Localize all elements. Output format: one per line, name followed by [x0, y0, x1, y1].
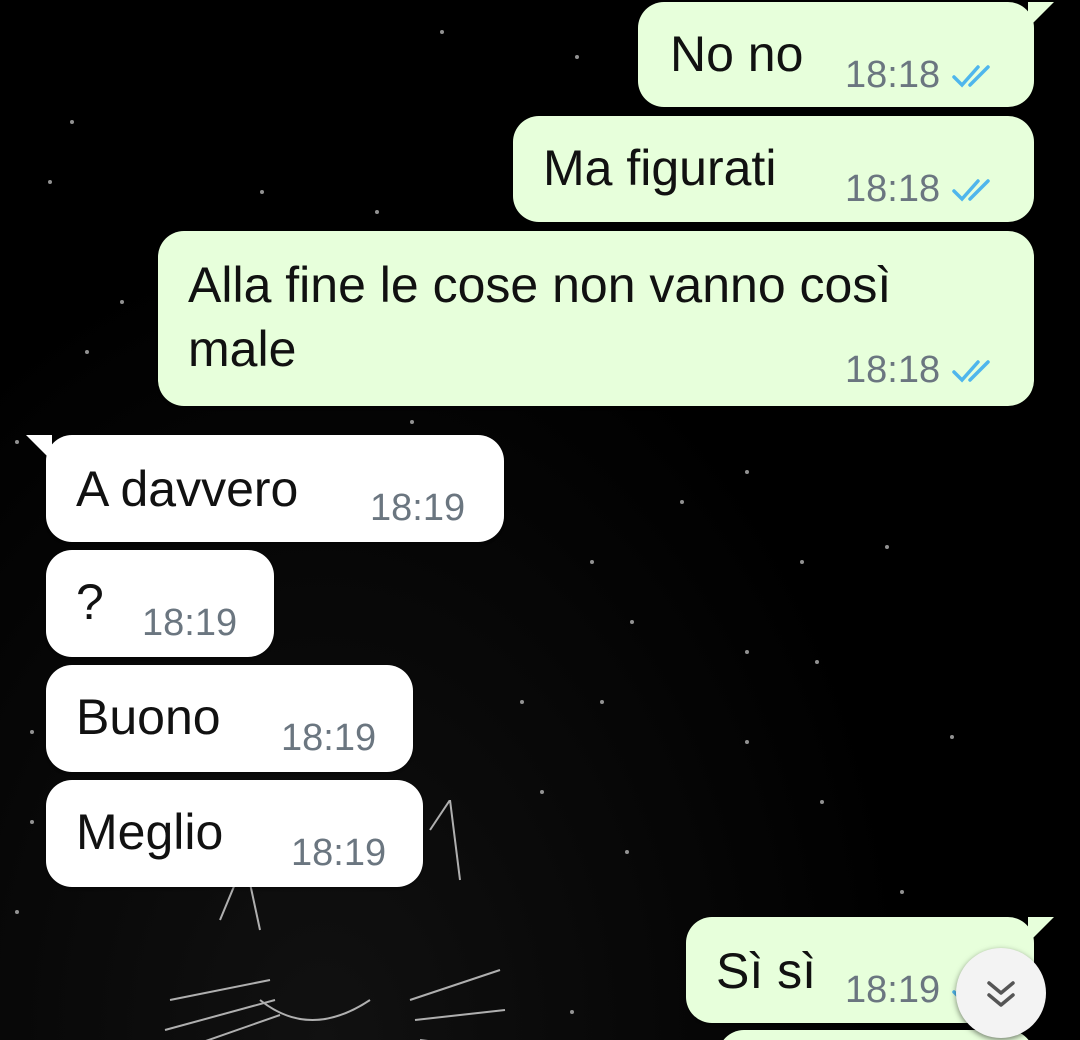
- message-time: 18:19: [370, 487, 466, 529]
- message-meta: 18:19: [370, 487, 465, 530]
- message-text: Alla fine le cose non vanno così male: [188, 257, 892, 377]
- message-text: A davvero: [76, 461, 299, 517]
- message-time: 18:18: [845, 349, 941, 391]
- read-ticks-icon: [952, 64, 990, 88]
- incoming-message[interactable]: A davvero 18:19: [26, 435, 504, 542]
- message-meta: 18:19: [281, 717, 376, 760]
- message-time: 18:19: [142, 602, 238, 644]
- message-meta: 18:19: [291, 832, 386, 875]
- bubble-tail: [1028, 917, 1054, 943]
- scroll-to-bottom-button[interactable]: [956, 948, 1046, 1038]
- outgoing-message[interactable]: Ma figurati 18:18: [513, 116, 1034, 222]
- message-text: Buono: [76, 689, 221, 745]
- message-time: 18:18: [845, 54, 941, 96]
- read-ticks-icon: [952, 359, 990, 383]
- outgoing-message[interactable]: Alla fine le cose non vanno così male 18…: [158, 231, 1034, 406]
- bubble-tail: [1028, 2, 1054, 28]
- message-meta: 18:19: [142, 602, 237, 645]
- message-meta: 18:18: [845, 54, 996, 97]
- message-meta: 18:18: [845, 349, 996, 392]
- incoming-message[interactable]: ? 18:19: [46, 550, 274, 657]
- incoming-message[interactable]: Buono 18:19: [46, 665, 413, 772]
- bubble-tail: [26, 435, 52, 461]
- message-text: Sì sì: [716, 943, 817, 999]
- chat-view[interactable]: No no 18:18 Ma figurati 18:18 Alla fine …: [0, 0, 1080, 1040]
- read-ticks-icon: [952, 178, 990, 202]
- message-time: 18:19: [845, 969, 941, 1011]
- message-meta: 18:18: [845, 168, 996, 211]
- message-time: 18:19: [291, 832, 387, 874]
- outgoing-message[interactable]: No no 18:18: [638, 2, 1054, 107]
- message-text: Meglio: [76, 804, 224, 860]
- double-chevron-down-icon: [987, 981, 1015, 1007]
- incoming-message[interactable]: Meglio 18:19: [46, 780, 423, 887]
- message-text: Ma figurati: [543, 140, 777, 196]
- message-time: 18:18: [845, 168, 941, 210]
- message-text: ?: [76, 574, 104, 630]
- message-time: 18:19: [281, 717, 377, 759]
- message-text: No no: [670, 26, 804, 82]
